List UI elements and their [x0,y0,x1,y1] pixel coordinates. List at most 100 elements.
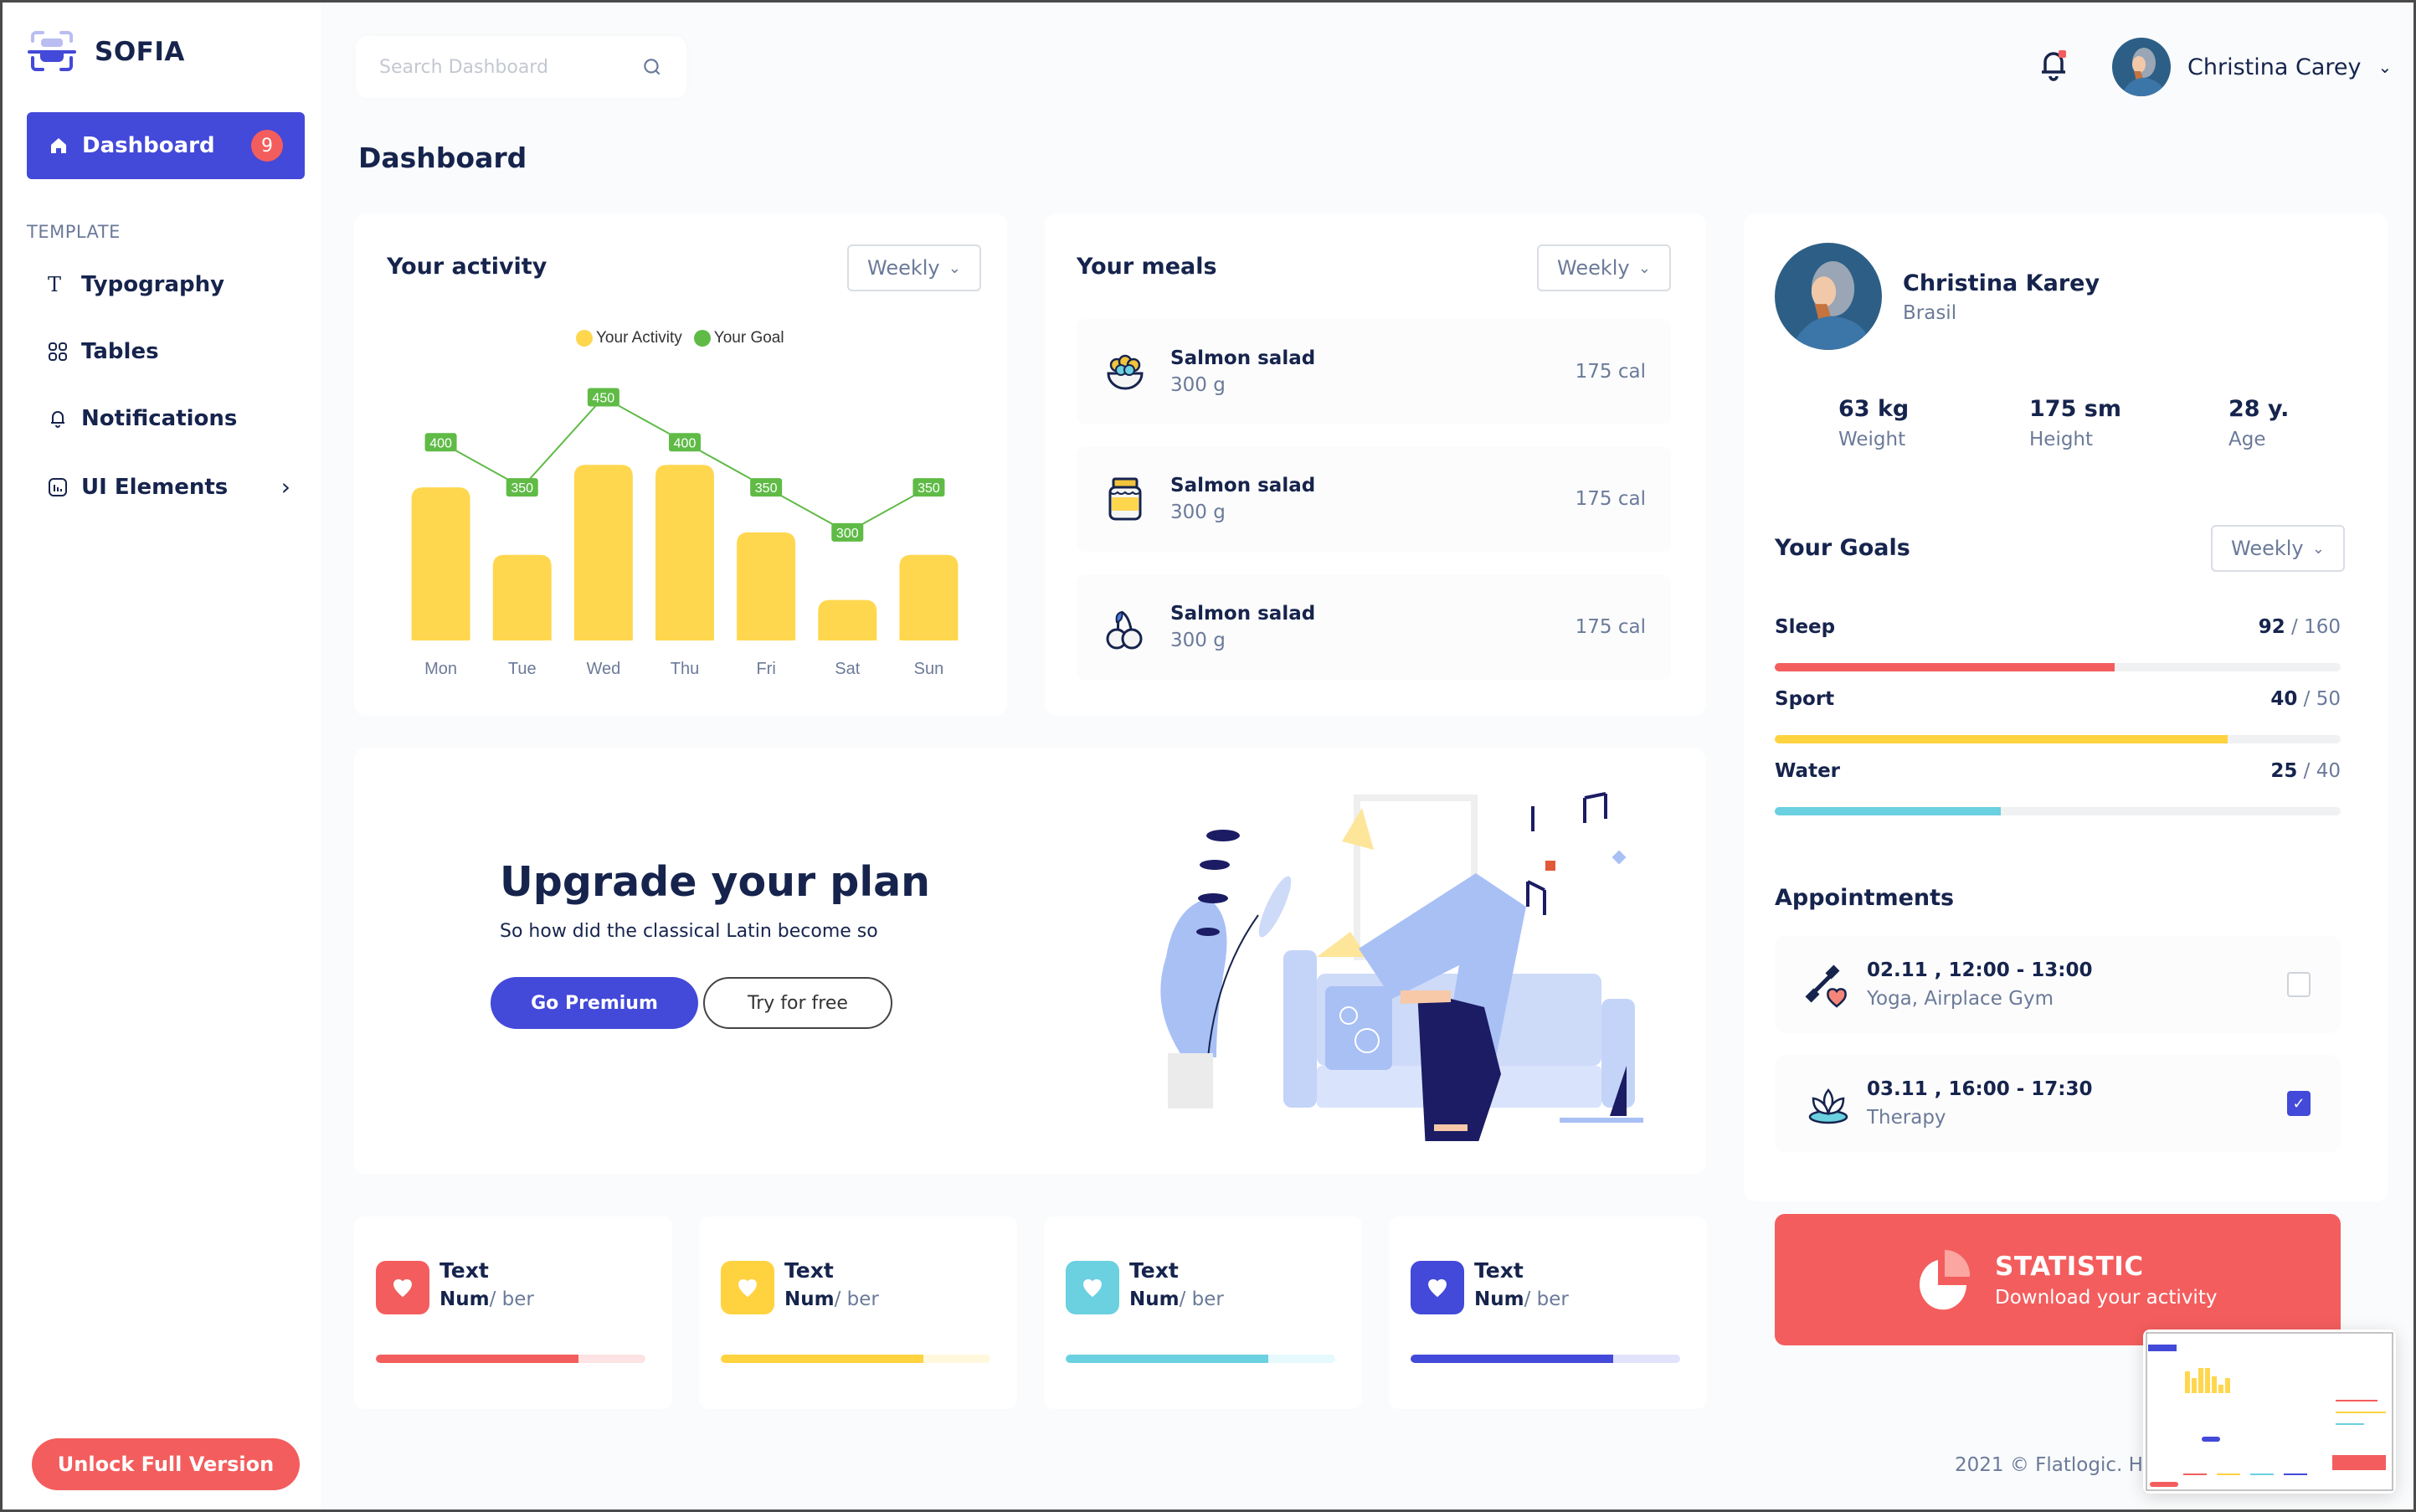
sidebar-item-label: UI Elements [81,474,229,500]
mini-stat-progress [721,1355,990,1363]
heart-icon-tile [1066,1261,1119,1314]
unlock-full-version-button[interactable]: Unlock Full Version [32,1438,300,1490]
goal-data-label: 400 [669,433,701,452]
appointment-time: 02.11 , 12:00 - 13:00 [1867,959,2093,981]
x-tick-label: Mon [424,660,457,678]
search-icon[interactable] [641,56,663,78]
appointment-time: 03.11 , 16:00 - 17:30 [1867,1078,2093,1100]
sidebar-item-label: Notifications [81,406,238,431]
mini-stat-card[interactable]: Text Num/ ber [354,1216,672,1409]
mini-stat-card[interactable]: Text Num/ ber [1389,1216,1707,1409]
profile-stat-height: 175 sm Height [2029,396,2121,450]
meal-weight: 300 g [1170,501,1226,523]
lotus-icon [1808,1088,1848,1124]
appointment-checkbox[interactable] [2287,972,2311,997]
logo-icon [28,31,76,71]
sidebar-item-notifications[interactable]: Notifications [48,406,290,431]
svg-text:350: 350 [755,481,778,496]
heart-icon [1428,1279,1447,1298]
sidebar-item-typography[interactable]: T Typography [48,272,290,297]
statistic-download-button[interactable]: STATISTIC Download your activity [1775,1214,2341,1345]
select-value: Weekly [2231,537,2304,560]
mini-stat-card[interactable]: Text Num/ ber [699,1216,1017,1409]
logo[interactable]: SOFIA [28,31,185,73]
notifications-button[interactable] [2038,49,2069,85]
chevron-down-icon: ⌄ [1637,259,1651,277]
try-for-free-button[interactable]: Try for free [703,977,892,1029]
svg-text:450: 450 [593,392,615,406]
mini-stat-card[interactable]: Text Num/ ber [1044,1216,1362,1409]
appointment-description: Yoga, Airplace Gym [1867,988,2054,1010]
appointment-item[interactable]: 03.11 , 16:00 - 17:30 Therapy ✓ [1775,1055,2341,1152]
bell-icon [51,411,64,428]
meals-period-select[interactable]: Weekly ⌄ [1537,244,1671,291]
user-name: Christina Carey [2187,54,2362,80]
chart-legend: Your Activity Your Goal [576,329,784,347]
sidebar-item-label: Dashboard [82,133,215,158]
sidebar-item-tables[interactable]: Tables [48,339,290,364]
user-menu[interactable]: Christina Carey ⌄ [2112,38,2392,96]
bar-thu[interactable] [655,465,714,640]
mini-stat-progress [376,1355,645,1363]
statistic-title: STATISTIC [1995,1251,2144,1282]
goal-progress-bar [1775,663,2341,671]
goal-sleep: Sleep 92 / 160 [1775,616,2341,671]
bar-tue[interactable] [492,554,552,640]
mini-stat-title: Text [1129,1258,1179,1283]
home-icon [51,138,66,153]
mini-stat-progress [1066,1355,1335,1363]
meal-item[interactable]: Salmon salad 300 g 175 cal [1077,574,1671,680]
chevron-right-icon: › [280,473,290,501]
goal-data-label: 350 [912,478,945,497]
goal-data-label: 350 [750,478,783,497]
profile-stat-weight: 63 kg Weight [1838,396,1910,450]
bar-wed[interactable] [573,465,633,640]
svg-text:350: 350 [511,481,533,496]
cherry-icon [1106,610,1143,650]
sidebar: SOFIA Dashboard 9 TEMPLATE T Typography … [3,3,321,1509]
upgrade-subtitle: So how did the classical Latin become so [500,921,878,942]
bar-fri[interactable] [737,532,796,640]
screenshot-thumbnail[interactable] [2143,1329,2396,1494]
notification-count-badge: 9 [251,130,283,162]
meals-title: Your meals [1077,254,1217,280]
mini-stat-value: Num/ ber [1129,1288,1224,1310]
bar-mon[interactable] [411,487,470,640]
bar-sun[interactable] [899,554,959,640]
sidebar-item-dashboard[interactable]: Dashboard 9 [27,112,305,179]
svg-text:400: 400 [674,436,697,450]
go-premium-button[interactable]: Go Premium [491,977,698,1029]
heart-icon-tile [721,1261,774,1314]
legend-item-goal[interactable]: Your Goal [693,329,784,347]
select-value: Weekly [1557,256,1630,280]
appointments-title: Appointments [1775,885,1955,911]
meal-item[interactable]: Salmon salad 300 g 175 cal [1077,446,1671,552]
goals-period-select[interactable]: Weekly ⌄ [2211,525,2345,572]
meal-name: Salmon salad [1170,603,1316,625]
legend-item-activity[interactable]: Your Activity [576,329,682,347]
x-tick-label: Fri [756,660,775,678]
meal-item[interactable]: Salmon salad 300 g 175 cal [1077,319,1671,424]
heart-icon [1083,1279,1102,1298]
appointment-item[interactable]: 02.11 , 12:00 - 13:00 Yoga, Airplace Gym [1775,936,2341,1033]
sidebar-item-label: Typography [81,272,225,297]
text-icon: T [48,273,62,296]
sidebar-item-label: Tables [81,339,159,364]
svg-text:350: 350 [918,481,940,496]
profile-name: Christina Karey [1903,270,2100,296]
mini-stat-value: Num/ ber [1474,1288,1569,1310]
svg-text:300: 300 [836,527,859,541]
appointment-checkbox[interactable]: ✓ [2287,1091,2311,1116]
meal-calories: 175 cal [1575,488,1646,510]
chevron-down-icon: ⌄ [948,259,961,277]
mini-stat-title: Text [1474,1258,1524,1283]
bar-sat[interactable] [818,599,877,640]
dumbbell-heart-icon [1805,964,1847,1008]
activity-period-select[interactable]: Weekly ⌄ [847,244,981,291]
check-icon: ✓ [2292,1094,2305,1113]
x-tick-label: Sun [914,660,944,678]
chevron-down-icon: ⌄ [2311,539,2325,558]
sidebar-item-ui-elements[interactable]: UI Elements › [48,473,290,501]
search-input[interactable] [379,56,614,78]
grid-icon [49,342,67,361]
